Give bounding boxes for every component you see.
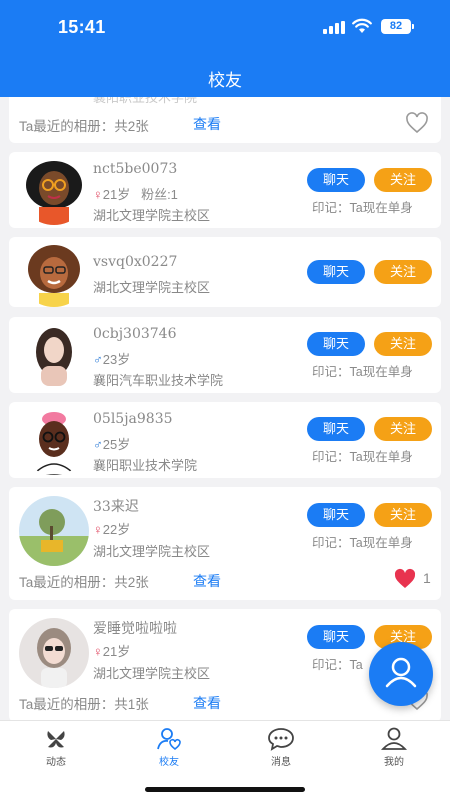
like-count: 1 (423, 570, 431, 586)
avatar[interactable] (19, 496, 89, 566)
status-text: 印记：Ta现在单身 (312, 450, 413, 464)
heart-liked-icon[interactable] (393, 568, 417, 590)
user-name: 33来迟 (93, 499, 139, 515)
user-name: nct5be0073 (93, 161, 178, 177)
status-bar: 15:41 82 (0, 0, 450, 52)
status-text: 印记：Ta (312, 658, 363, 672)
status-time: 15:41 (58, 17, 106, 37)
tab-label: 消息 (271, 757, 291, 768)
chat-button[interactable]: 聊天 (307, 625, 365, 649)
user-meta: ♀21岁 (93, 644, 131, 659)
user-card[interactable]: 33来迟 ♀22岁 湖北文理学院主校区 聊天 关注 印记：Ta现在单身 Ta最近… (9, 487, 441, 600)
tab-label: 校友 (159, 757, 179, 768)
tab-feed[interactable]: 动态 (16, 727, 96, 768)
chat-button[interactable]: 聊天 (307, 260, 365, 284)
avatar[interactable] (19, 618, 89, 688)
tab-messages[interactable]: 消息 (241, 727, 321, 768)
tab-classmates[interactable]: 校友 (129, 727, 209, 768)
album-label: Ta最近的相册：共1张 (19, 697, 149, 712)
album-view-link[interactable]: 查看 (193, 114, 221, 134)
user-card[interactable]: 05l5ja9835 ♂25岁 襄阳职业技术学院 聊天 关注 印记：Ta现在单身 (9, 402, 441, 478)
tab-label: 动态 (46, 757, 66, 768)
album-label: Ta最近的相册：共2张 (19, 119, 149, 134)
user-name: 0cbj303746 (93, 326, 177, 342)
person-icon (381, 727, 407, 750)
user-card-partial[interactable]: 襄阳职业技术学院 Ta最近的相册：共2张 查看 (9, 97, 441, 143)
page-title: 校友 (208, 71, 242, 90)
user-school: 湖北文理学院主校区 (93, 280, 211, 295)
follow-button[interactable]: 关注 (374, 168, 432, 192)
status-text: 印记：Ta现在单身 (312, 536, 413, 550)
avatar[interactable] (19, 237, 89, 307)
user-school: 襄阳职业技术学院 (93, 97, 198, 105)
user-card[interactable]: vsvq0x0227 湖北文理学院主校区 聊天 关注 (9, 237, 441, 307)
user-school: 湖北文理学院主校区 (93, 208, 211, 223)
user-name: vsvq0x0227 (93, 254, 178, 270)
app-header: 15:41 82 校友 (0, 0, 450, 97)
follow-button[interactable]: 关注 (374, 332, 432, 356)
follow-button[interactable]: 关注 (374, 417, 432, 441)
user-meta: ♂23岁 (93, 352, 131, 367)
chat-bubble-icon (268, 728, 294, 751)
user-card[interactable]: 0cbj303746 ♂23岁 襄阳汽车职业技术学院 聊天 关注 印记：Ta现在… (9, 317, 441, 393)
pinwheel-icon (47, 731, 65, 748)
user-school: 襄阳汽车职业技术学院 (93, 373, 224, 388)
chat-button[interactable]: 聊天 (307, 503, 365, 527)
signal-icon (323, 21, 345, 34)
user-name: 爱睡觉啦啦啦 (93, 621, 177, 637)
user-card[interactable]: nct5be0073 ♀21岁 粉丝:1 湖北文理学院主校区 聊天 关注 印记：… (9, 152, 441, 228)
user-name: 05l5ja9835 (93, 411, 173, 427)
avatar[interactable] (19, 155, 89, 225)
user-school: 襄阳职业技术学院 (93, 458, 198, 473)
chat-button[interactable]: 聊天 (307, 417, 365, 441)
floating-user-button[interactable] (369, 642, 433, 706)
wifi-icon (352, 18, 372, 33)
status-text: 印记：Ta现在单身 (312, 201, 413, 215)
user-school: 湖北文理学院主校区 (93, 544, 211, 559)
classmate-list[interactable]: 襄阳职业技术学院 Ta最近的相册：共2张 查看 nct5be0073 ♀21岁 … (0, 97, 450, 720)
user-meta: ♀22岁 (93, 522, 131, 537)
battery-icon: 82 (381, 19, 411, 34)
heart-icon[interactable] (405, 112, 429, 134)
album-view-link[interactable]: 查看 (193, 571, 221, 591)
follow-button[interactable]: 关注 (374, 260, 432, 284)
classmates-icon (157, 728, 181, 751)
follow-button[interactable]: 关注 (374, 503, 432, 527)
user-meta: ♀21岁 粉丝:1 (93, 187, 178, 202)
home-indicator (145, 787, 305, 792)
avatar[interactable] (19, 320, 89, 390)
chat-button[interactable]: 聊天 (307, 332, 365, 356)
tab-profile[interactable]: 我的 (354, 727, 434, 768)
tab-label: 我的 (384, 757, 404, 768)
chat-button[interactable]: 聊天 (307, 168, 365, 192)
user-school: 湖北文理学院主校区 (93, 666, 211, 681)
status-text: 印记：Ta现在单身 (312, 365, 413, 379)
user-icon (385, 657, 417, 688)
avatar[interactable] (19, 405, 89, 475)
album-label: Ta最近的相册：共2张 (19, 575, 149, 590)
album-view-link[interactable]: 查看 (193, 693, 221, 713)
user-meta: ♂25岁 (93, 437, 131, 452)
